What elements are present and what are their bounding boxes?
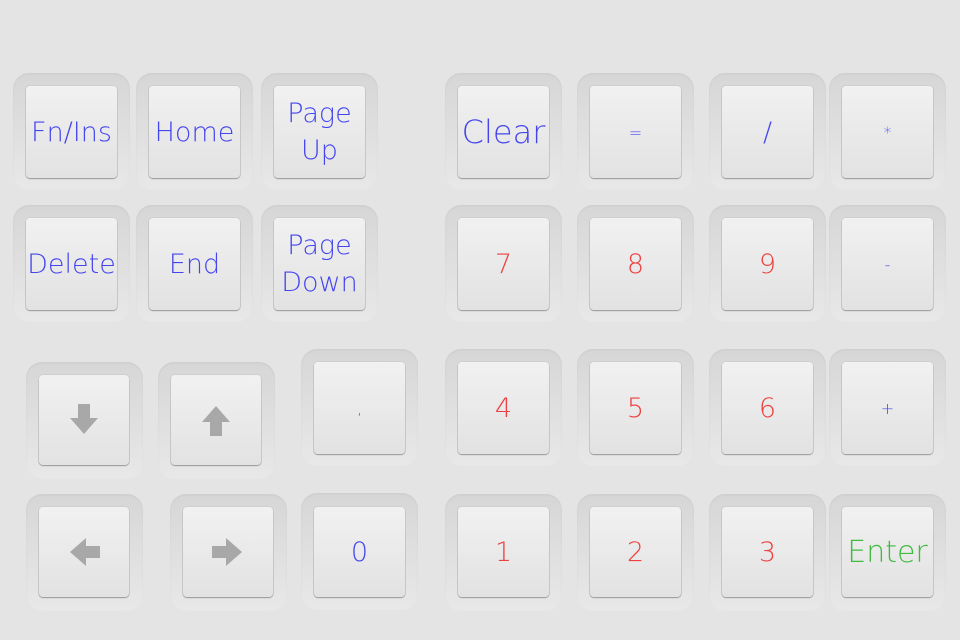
end-key[interactable]: End bbox=[149, 218, 240, 310]
digit-5-key[interactable]: 5 bbox=[590, 362, 681, 454]
key-label: 1 bbox=[494, 536, 513, 568]
page-up-key[interactable]: Page Up bbox=[274, 86, 365, 178]
digit-2-key[interactable]: 2 bbox=[590, 507, 681, 597]
key-label: * bbox=[883, 122, 892, 142]
key-label: 0 bbox=[350, 536, 369, 568]
page-down-key[interactable]: Page Down bbox=[274, 218, 365, 310]
key-label: , bbox=[356, 398, 363, 418]
key-label: / bbox=[762, 116, 773, 148]
arrow-right-icon bbox=[212, 538, 242, 566]
delete-key[interactable]: Delete bbox=[26, 218, 117, 310]
arrow-left-key[interactable] bbox=[39, 507, 129, 597]
key-label: Clear bbox=[461, 112, 546, 151]
zero-key[interactable]: 0 bbox=[314, 507, 405, 597]
key-label: 9 bbox=[758, 248, 777, 280]
arrow-left-icon bbox=[70, 538, 100, 566]
key-label: Fn/Ins bbox=[31, 116, 112, 148]
digit-3-key[interactable]: 3 bbox=[722, 507, 813, 597]
arrow-right-key[interactable] bbox=[183, 507, 273, 597]
key-label: = bbox=[628, 122, 643, 142]
arrow-down-key[interactable] bbox=[39, 375, 129, 465]
minus-key[interactable]: - bbox=[842, 218, 933, 310]
key-label: 3 bbox=[758, 536, 777, 568]
digit-8-key[interactable]: 8 bbox=[590, 218, 681, 310]
key-label: 4 bbox=[494, 392, 513, 424]
digit-4-key[interactable]: 4 bbox=[458, 362, 549, 454]
arrow-up-key[interactable] bbox=[171, 375, 261, 465]
clear-key[interactable]: Clear bbox=[458, 86, 549, 178]
digit-6-key[interactable]: 6 bbox=[722, 362, 813, 454]
key-label: 5 bbox=[626, 392, 645, 424]
key-label: 2 bbox=[626, 536, 645, 568]
key-label: + bbox=[880, 398, 895, 418]
arrow-up-icon bbox=[202, 406, 230, 436]
digit-9-key[interactable]: 9 bbox=[722, 218, 813, 310]
digit-7-key[interactable]: 7 bbox=[458, 218, 549, 310]
divide-key[interactable]: / bbox=[722, 86, 813, 178]
key-label: 7 bbox=[494, 248, 513, 280]
key-label: Home bbox=[154, 116, 235, 148]
key-label: End bbox=[168, 248, 221, 280]
key-label: 6 bbox=[758, 392, 777, 424]
home-key[interactable]: Home bbox=[149, 86, 240, 178]
enter-key[interactable]: Enter bbox=[842, 507, 933, 597]
decimal-key[interactable]: , bbox=[314, 362, 405, 454]
multiply-key[interactable]: * bbox=[842, 86, 933, 178]
plus-key[interactable]: + bbox=[842, 362, 933, 454]
key-label: 8 bbox=[626, 248, 645, 280]
digit-1-key[interactable]: 1 bbox=[458, 507, 549, 597]
fn-ins-key[interactable]: Fn/Ins bbox=[26, 86, 117, 178]
key-label: Page Up bbox=[287, 98, 352, 166]
equals-key[interactable]: = bbox=[590, 86, 681, 178]
key-label: Enter bbox=[847, 534, 928, 570]
arrow-down-icon bbox=[70, 404, 98, 434]
key-label: Delete bbox=[27, 248, 116, 280]
key-label: Page Down bbox=[281, 230, 358, 298]
key-label: - bbox=[884, 254, 891, 274]
